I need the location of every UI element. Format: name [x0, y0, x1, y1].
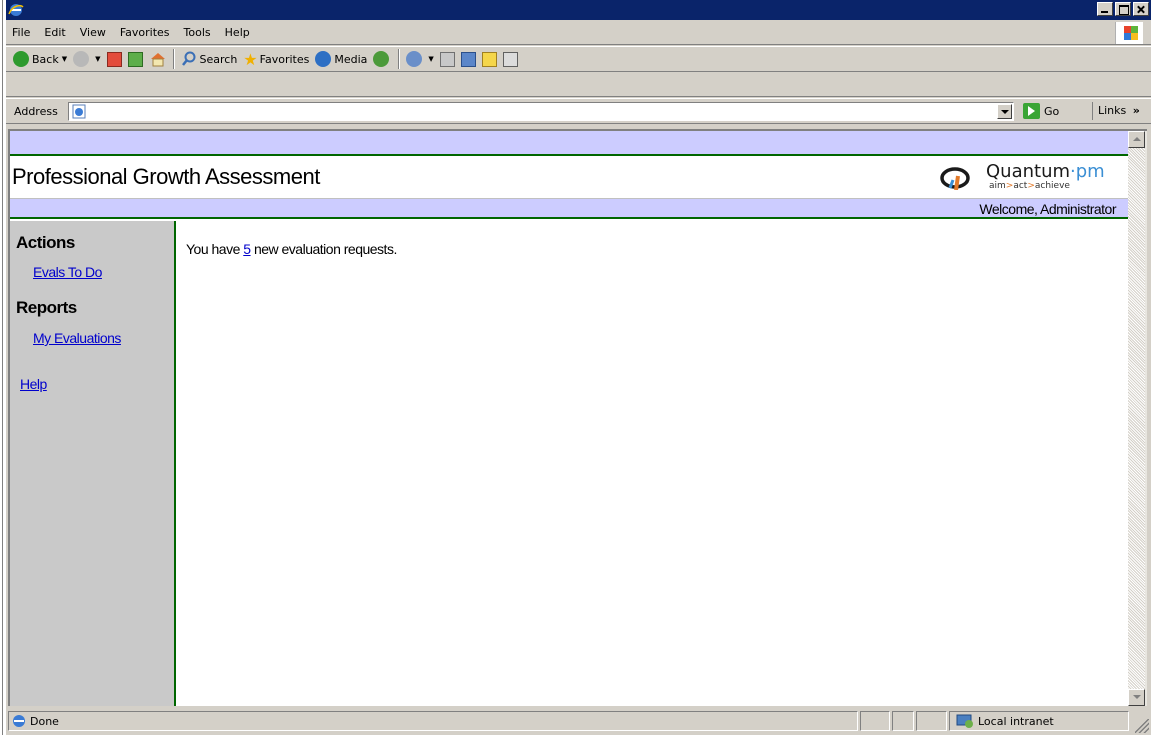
- toolbar-band: [6, 73, 1151, 97]
- zone-label: Local intranet: [978, 714, 1054, 728]
- menu-view[interactable]: View: [73, 26, 113, 39]
- back-dropdown-icon[interactable]: ▼: [62, 55, 67, 63]
- sidebar: Actions Evals To Do Reports My Evaluatio…: [10, 221, 176, 706]
- status-text: Done: [30, 714, 59, 728]
- menu-favorites[interactable]: Favorites: [113, 26, 177, 39]
- go-arrow-icon: [1023, 103, 1040, 119]
- print-button[interactable]: [437, 48, 458, 70]
- maximize-button[interactable]: [1115, 2, 1131, 16]
- quantum-pm-logo: Quantum·pm aim>act>achieve: [940, 161, 1120, 196]
- ie-page-icon: [13, 715, 25, 727]
- status-pane: [892, 711, 914, 731]
- forward-dropdown-icon[interactable]: ▼: [95, 55, 100, 63]
- menu-bar: File Edit View Favorites Tools Help: [6, 21, 1151, 45]
- evals-to-do-link[interactable]: Evals To Do: [33, 264, 102, 280]
- forward-button[interactable]: ▼: [70, 48, 103, 70]
- stop-icon: [106, 51, 122, 67]
- my-evaluations-link[interactable]: My Evaluations: [33, 330, 121, 346]
- main-content: You have 5 new evaluation requests.: [178, 221, 1128, 706]
- scroll-up-button[interactable]: [1128, 131, 1145, 148]
- research-button[interactable]: [500, 48, 521, 70]
- address-input[interactable]: [68, 102, 1014, 121]
- resize-grip[interactable]: [1135, 719, 1149, 733]
- top-band: [10, 131, 1128, 154]
- scroll-track[interactable]: [1128, 148, 1145, 691]
- status-bar: Done Local intranet: [6, 708, 1151, 735]
- edit-button[interactable]: [458, 48, 479, 70]
- standard-toolbar: Back ▼ ▼ Search ★ Favorites Media ▼: [6, 46, 1151, 72]
- favorites-button[interactable]: ★ Favorites: [240, 48, 312, 70]
- menu-tools[interactable]: Tools: [177, 26, 218, 39]
- search-label: Search: [199, 52, 238, 66]
- help-link[interactable]: Help: [20, 376, 47, 392]
- print-icon: [439, 51, 455, 67]
- research-icon: [502, 51, 518, 67]
- go-button[interactable]: Go: [1023, 103, 1059, 119]
- address-dropdown-button[interactable]: [997, 104, 1012, 119]
- intranet-icon: [956, 714, 973, 728]
- window-controls: [1095, 2, 1149, 16]
- search-button[interactable]: Search: [178, 48, 241, 70]
- history-button[interactable]: [370, 48, 395, 70]
- reports-heading: Reports: [16, 298, 77, 317]
- address-bar: Address Go Links »: [6, 98, 1151, 124]
- forward-arrow-icon: [73, 51, 90, 67]
- page-title: Professional Growth Assessment: [12, 164, 320, 189]
- favorites-label: Favorites: [259, 52, 310, 66]
- security-zone[interactable]: Local intranet: [949, 711, 1129, 731]
- close-button[interactable]: [1133, 2, 1149, 16]
- media-label: Media: [334, 52, 368, 66]
- logo-tagline: aim>act>achieve: [989, 181, 1070, 191]
- chevron-right-icon: »: [1132, 104, 1140, 117]
- minimize-button[interactable]: [1097, 2, 1113, 16]
- links-button[interactable]: Links »: [1092, 102, 1140, 120]
- requests-count-link[interactable]: 5: [243, 241, 251, 257]
- discuss-icon: [481, 51, 497, 67]
- back-label: Back: [32, 52, 59, 66]
- status-main-pane: Done: [8, 711, 858, 731]
- welcome-bar: Welcome, Administrator: [10, 199, 1128, 219]
- menu-edit[interactable]: Edit: [37, 26, 72, 39]
- back-arrow-icon: [13, 51, 29, 67]
- page-content: Professional Growth Assessment Quantum·p…: [8, 129, 1128, 706]
- status-pane: [916, 711, 947, 731]
- evaluation-requests-message: You have 5 new evaluation requests.: [186, 241, 397, 257]
- toolbar-separator: [398, 49, 401, 69]
- discuss-button[interactable]: [479, 48, 500, 70]
- media-button[interactable]: Media: [312, 48, 370, 70]
- vertical-scrollbar[interactable]: [1128, 129, 1147, 706]
- back-button[interactable]: Back ▼: [10, 48, 70, 70]
- stop-button[interactable]: [104, 48, 125, 70]
- links-label: Links: [1098, 104, 1127, 117]
- history-icon: [373, 51, 390, 67]
- page-icon: [72, 104, 86, 119]
- address-label: Address: [14, 105, 58, 118]
- title-bar[interactable]: [6, 0, 1151, 20]
- toolbar-separator: [172, 49, 175, 69]
- status-pane: [860, 711, 890, 731]
- refresh-icon: [127, 51, 143, 67]
- edit-icon: [460, 51, 476, 67]
- mail-icon: [406, 51, 423, 67]
- windows-logo-icon: [1115, 22, 1143, 44]
- go-label: Go: [1044, 104, 1060, 118]
- menu-help[interactable]: Help: [218, 26, 257, 39]
- quantum-swirl-icon: [940, 167, 970, 190]
- scroll-down-button[interactable]: [1128, 689, 1145, 706]
- mail-button[interactable]: ▼: [403, 48, 436, 70]
- menu-file[interactable]: File: [6, 26, 37, 39]
- ie-icon: [8, 4, 24, 16]
- refresh-button[interactable]: [125, 48, 146, 70]
- media-icon: [315, 51, 332, 67]
- home-button[interactable]: [146, 48, 170, 70]
- search-icon: [181, 51, 195, 66]
- app-header: Professional Growth Assessment Quantum·p…: [10, 154, 1128, 199]
- welcome-text: Welcome, Administrator: [979, 201, 1116, 217]
- actions-heading: Actions: [16, 233, 75, 252]
- mail-dropdown-icon[interactable]: ▼: [428, 55, 433, 63]
- favorites-star-icon: ★: [243, 49, 258, 69]
- logo-brand: Quantum·pm: [986, 161, 1105, 182]
- home-icon: [150, 53, 165, 67]
